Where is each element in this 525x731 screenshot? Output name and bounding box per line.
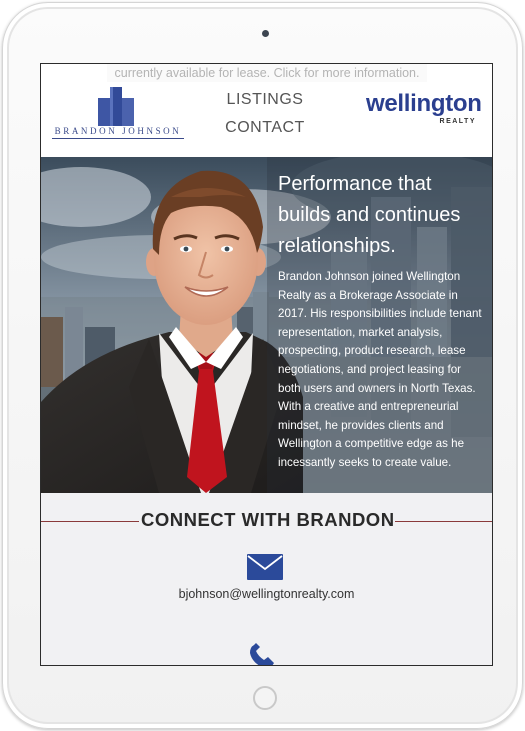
connect-section: CONNECT WITH BRANDON bjohnson@wellington…	[41, 493, 492, 666]
email-link[interactable]: bjohnson@wellingtonrealty.com	[41, 587, 492, 601]
nav-contact[interactable]: CONTACT	[215, 114, 315, 142]
lease-notice-link[interactable]: currently available for lease. Click for…	[107, 64, 427, 82]
main-nav: LISTINGS CONTACT	[215, 86, 315, 142]
tablet-frame: currently available for lease. Click for…	[2, 2, 523, 729]
connect-heading: CONNECT WITH BRANDON	[141, 509, 395, 530]
home-button[interactable]	[253, 686, 277, 710]
logo-underline	[52, 138, 184, 139]
brandon-johnson-logo[interactable]: BRANDON JOHNSON	[52, 86, 184, 140]
company-logo-sub: REALTY	[439, 118, 476, 125]
camera-dot	[262, 30, 269, 37]
hero-title: Performance that builds and continues re…	[278, 173, 461, 257]
nav-listings[interactable]: LISTINGS	[215, 86, 315, 114]
buildings-icon	[98, 87, 134, 126]
site-header: currently available for lease. Click for…	[41, 64, 492, 158]
wellington-realty-logo[interactable]: wellington REALTY	[366, 90, 482, 142]
envelope-icon[interactable]	[247, 554, 283, 580]
company-logo-word: wellington	[366, 90, 482, 117]
hero-section: Performance that builds and continues re…	[41, 157, 492, 493]
divider-right	[395, 521, 492, 522]
screen: currently available for lease. Click for…	[40, 63, 493, 666]
agent-logo-text: BRANDON JOHNSON	[54, 126, 182, 136]
hero-bio: Brandon Johnson joined Wellington Realty…	[278, 270, 482, 469]
phone-icon[interactable]	[248, 643, 276, 666]
divider-left	[41, 521, 139, 522]
